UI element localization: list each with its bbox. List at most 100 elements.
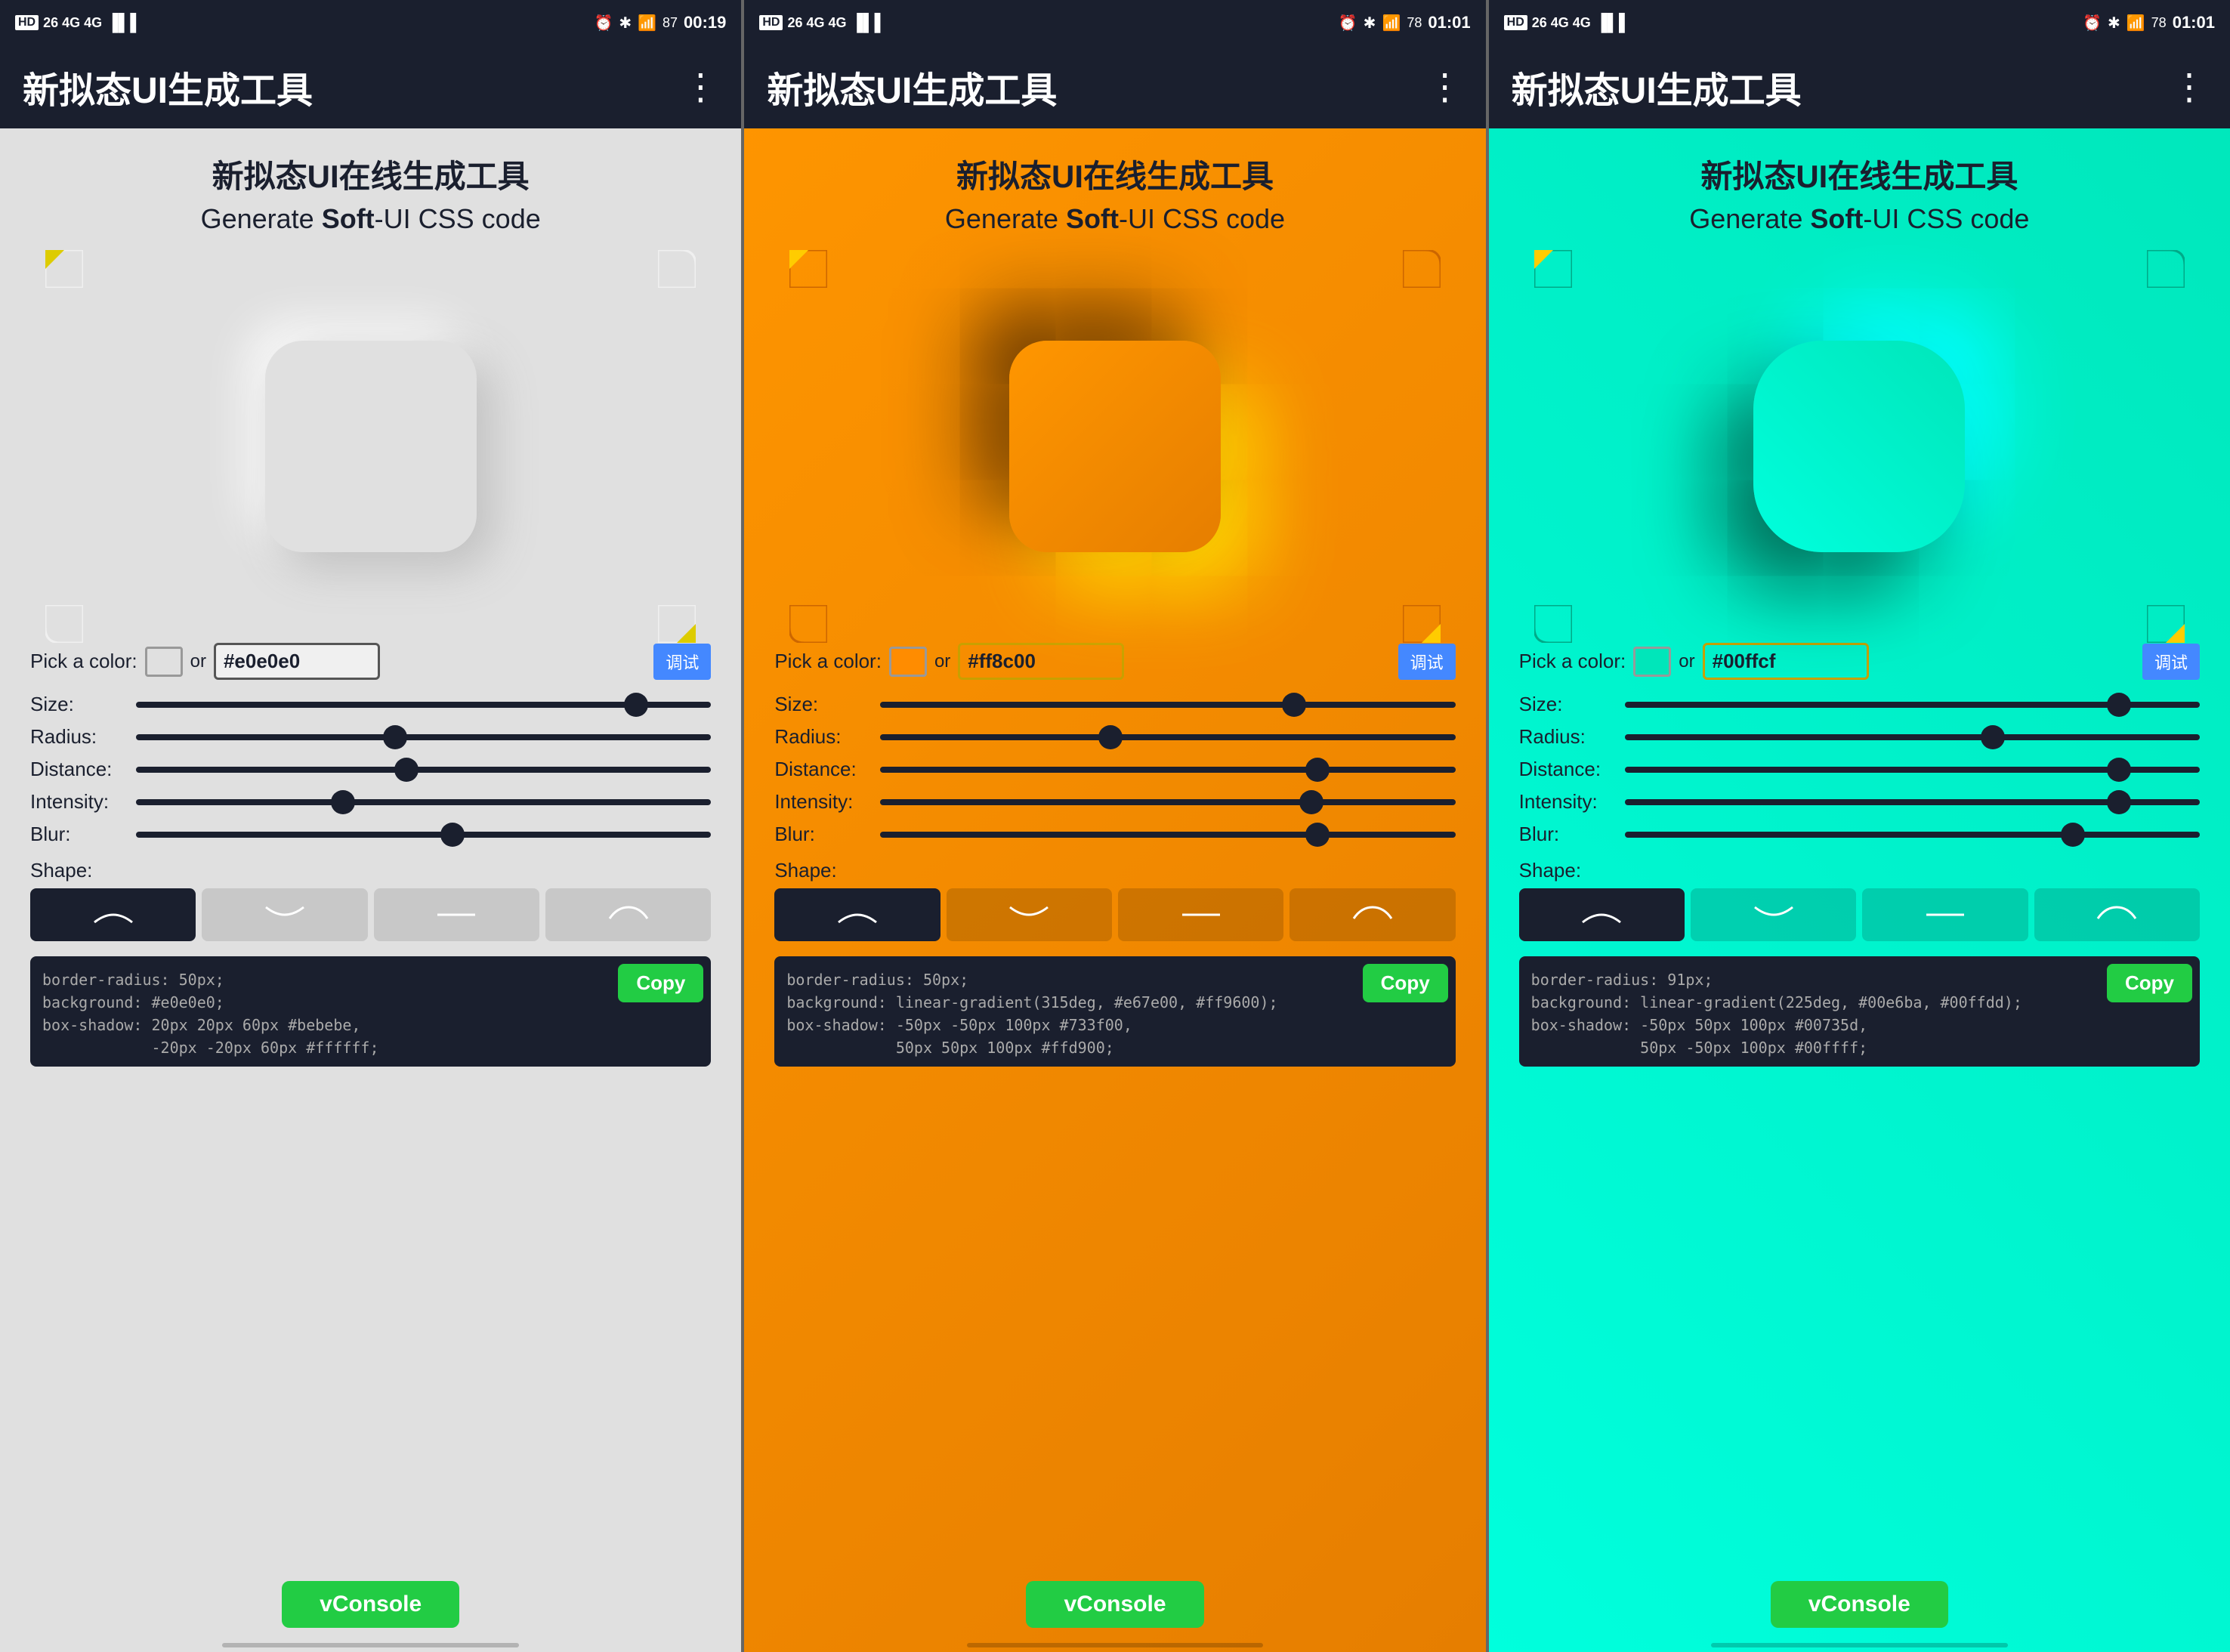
shape-btn-pressed[interactable] [2034, 888, 2200, 941]
slider-track[interactable] [136, 767, 711, 773]
slider-row-intensity: Intensity: [1519, 790, 2200, 814]
slider-label: Blur: [1519, 823, 1617, 846]
shape-btn-pressed[interactable] [1290, 888, 1455, 941]
color-swatch[interactable] [1633, 647, 1671, 677]
slider-thumb[interactable] [394, 758, 419, 782]
slider-thumb[interactable] [624, 693, 648, 717]
shape-btn-convex[interactable] [1519, 888, 1685, 941]
controls-section: Pick a color: or 调试 Size: Radius: Distan… [30, 643, 711, 1555]
slider-row-distance: Distance: [30, 758, 711, 781]
vconsole-button[interactable]: vConsole [1771, 1581, 1948, 1628]
slider-thumb[interactable] [2107, 758, 2131, 782]
slider-row-intensity: Intensity: [30, 790, 711, 814]
slider-track[interactable] [880, 799, 1455, 805]
slider-track[interactable] [136, 734, 711, 740]
app-title: 新拟态UI生成工具 [23, 60, 313, 113]
vconsole-bar: vConsole [0, 1570, 741, 1643]
slider-thumb[interactable] [331, 790, 355, 814]
slider-track[interactable] [1625, 702, 2200, 708]
status-bar: HD 26 4G 4G ▐▌▌ ⏰ ✱ 📶 78 01:01 [744, 0, 1485, 45]
slider-track[interactable] [880, 702, 1455, 708]
shape-btn-convex[interactable] [774, 888, 940, 941]
shape-btn-flat[interactable] [374, 888, 539, 941]
slider-track[interactable] [1625, 799, 2200, 805]
neumorphic-preview [774, 303, 1455, 590]
color-hex-input[interactable] [214, 643, 380, 680]
menu-dots-button[interactable]: ⋮ [2171, 66, 2207, 108]
slider-thumb[interactable] [1098, 725, 1123, 749]
slider-thumb[interactable] [1981, 725, 2005, 749]
shape-label: Shape: [30, 859, 711, 882]
slider-thumb[interactable] [1299, 790, 1323, 814]
color-or-text: or [1679, 651, 1694, 672]
adjust-button[interactable]: 调试 [653, 644, 711, 680]
slider-thumb[interactable] [1305, 823, 1330, 847]
status-right: ⏰ ✱ 📶 78 01:01 [2083, 13, 2215, 32]
signal-text: 26 4G 4G [787, 15, 846, 31]
slider-row-distance: Distance: [774, 758, 1455, 781]
slider-thumb[interactable] [2061, 823, 2085, 847]
slider-thumb[interactable] [2107, 693, 2131, 717]
css-code-box: border-radius: 50px; background: #e0e0e0… [30, 956, 711, 1067]
slider-track[interactable] [1625, 832, 2200, 838]
copy-button[interactable]: Copy [1363, 964, 1448, 1002]
slider-track[interactable] [1625, 767, 2200, 773]
deco-bottom-left [1534, 605, 1572, 643]
menu-dots-button[interactable]: ⋮ [1427, 66, 1463, 108]
slider-thumb[interactable] [383, 725, 407, 749]
alarm-icon: ⏰ [2083, 14, 2102, 32]
shape-btn-concave[interactable] [202, 888, 367, 941]
header-chinese: 新拟态UI在线生成工具 [774, 151, 1455, 197]
slider-thumb[interactable] [1305, 758, 1330, 782]
menu-dots-button[interactable]: ⋮ [682, 66, 718, 108]
slider-track[interactable] [136, 702, 711, 708]
slider-label: Distance: [1519, 758, 1617, 781]
signal-bars: ▐▌▌ [851, 13, 886, 32]
shape-btn-pressed[interactable] [545, 888, 711, 941]
slider-thumb[interactable] [440, 823, 465, 847]
color-hex-input[interactable] [1703, 643, 1869, 680]
copy-button[interactable]: Copy [618, 964, 703, 1002]
slider-thumb[interactable] [2107, 790, 2131, 814]
shape-buttons-group [774, 888, 1455, 941]
shape-btn-flat[interactable] [1862, 888, 2028, 941]
phone-screen-gray: HD 26 4G 4G ▐▌▌ ⏰ ✱ 📶 87 00:19 新拟态UI生成工具… [0, 0, 741, 1652]
slider-row-size: Size: [774, 693, 1455, 716]
shape-btn-concave[interactable] [947, 888, 1112, 941]
slider-track[interactable] [136, 832, 711, 838]
neumorphic-preview [1519, 303, 2200, 590]
slider-track[interactable] [1625, 734, 2200, 740]
slider-track[interactable] [880, 734, 1455, 740]
color-swatch[interactable] [145, 647, 183, 677]
color-label: Pick a color: [774, 650, 882, 673]
shape-btn-flat[interactable] [1118, 888, 1283, 941]
shape-btn-concave[interactable] [1691, 888, 1856, 941]
shape-btn-convex[interactable] [30, 888, 196, 941]
alarm-icon: ⏰ [594, 14, 613, 32]
screens-container: HD 26 4G 4G ▐▌▌ ⏰ ✱ 📶 87 00:19 新拟态UI生成工具… [0, 0, 2230, 1652]
color-picker-row: Pick a color: or 调试 [774, 643, 1455, 680]
signal-bars: ▐▌▌ [107, 13, 142, 32]
deco-top-right [1403, 250, 1441, 288]
copy-button[interactable]: Copy [2107, 964, 2192, 1002]
slider-label: Intensity: [774, 790, 873, 814]
phone-screen-orange: HD 26 4G 4G ▐▌▌ ⏰ ✱ 📶 78 01:01 新拟态UI生成工具… [744, 0, 1485, 1652]
color-picker-row: Pick a color: or 调试 [30, 643, 711, 680]
vconsole-button[interactable]: vConsole [1026, 1581, 1203, 1628]
app-title: 新拟态UI生成工具 [767, 60, 1057, 113]
adjust-button[interactable]: 调试 [2142, 644, 2200, 680]
slider-thumb[interactable] [1282, 693, 1306, 717]
slider-track[interactable] [136, 799, 711, 805]
color-hex-input[interactable] [958, 643, 1124, 680]
color-swatch[interactable] [889, 647, 927, 677]
adjust-button[interactable]: 调试 [1398, 644, 1456, 680]
slider-track[interactable] [880, 832, 1455, 838]
time-display: 01:01 [1428, 13, 1470, 32]
shape-section: Shape: [1519, 859, 2200, 941]
vconsole-button[interactable]: vConsole [282, 1581, 459, 1628]
status-bar: HD 26 4G 4G ▐▌▌ ⏰ ✱ 📶 87 00:19 [0, 0, 741, 45]
slider-row-intensity: Intensity: [774, 790, 1455, 814]
bottom-decorations [774, 597, 1455, 643]
slider-label: Intensity: [1519, 790, 1617, 814]
slider-track[interactable] [880, 767, 1455, 773]
